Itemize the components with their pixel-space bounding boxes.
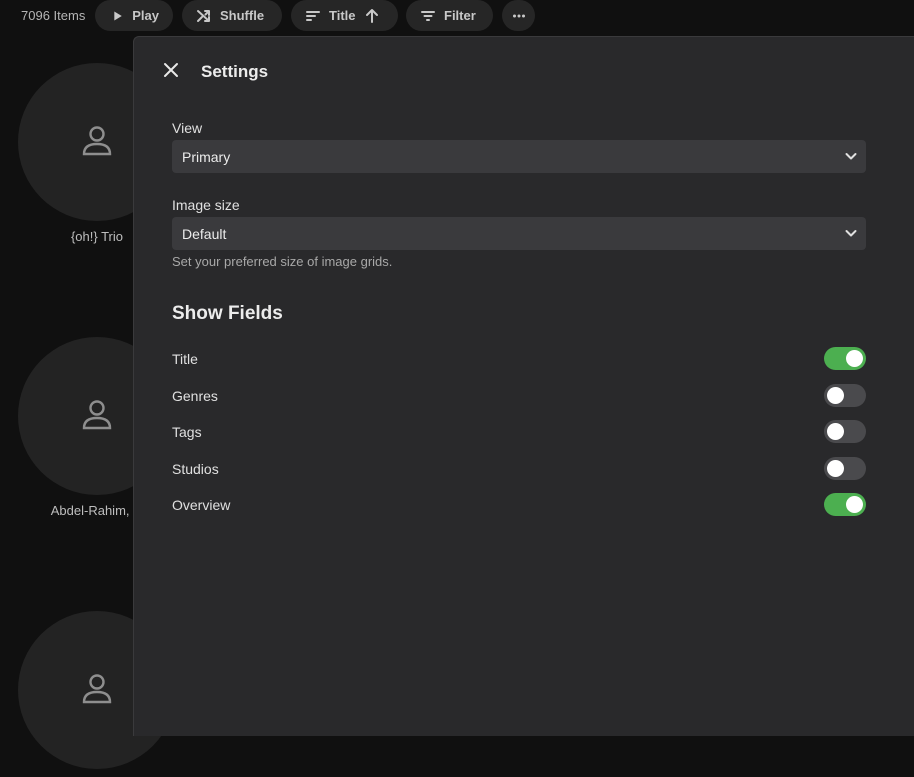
person-icon: [82, 674, 112, 704]
arrow-up-icon: [365, 8, 378, 23]
field-label: Overview: [172, 497, 231, 513]
more-horizontal-icon: [512, 14, 525, 17]
view-label: View: [172, 120, 203, 136]
close-button[interactable]: [160, 59, 182, 81]
chevron-down-icon: [845, 153, 857, 160]
settings-panel: Settings View Primary Image size Default…: [133, 36, 914, 736]
image-size-label: Image size: [172, 197, 240, 213]
panel-title: Settings: [201, 62, 269, 81]
person-icon: [82, 126, 112, 156]
toggle-knob: [846, 496, 863, 513]
image-size-select-value: Default: [182, 225, 227, 242]
view-select[interactable]: Primary: [172, 140, 866, 173]
play-icon: [114, 10, 122, 21]
shuffle-button[interactable]: Shuffle: [182, 0, 282, 31]
sort-button[interactable]: Title: [291, 0, 398, 31]
item-count: 7096 Items: [21, 8, 86, 23]
toolbar: 7096 Items Play Shuffle Title Filter: [0, 0, 914, 32]
toggle-knob: [846, 350, 863, 367]
close-icon: [164, 63, 178, 77]
toggle-title[interactable]: [824, 347, 866, 370]
toggle-tags[interactable]: [824, 420, 866, 443]
sort-label: Title: [329, 8, 356, 23]
field-label: Genres: [172, 388, 218, 404]
toggle-knob: [827, 460, 844, 477]
view-select-value: Primary: [182, 148, 231, 165]
chevron-down-icon: [845, 230, 857, 237]
image-size-help: Set your preferred size of image grids.: [172, 254, 393, 269]
toggle-studios[interactable]: [824, 457, 866, 480]
filter-button[interactable]: Filter: [406, 0, 493, 31]
field-row-studios: Studios: [172, 457, 866, 481]
field-row-overview: Overview: [172, 493, 866, 517]
play-button[interactable]: Play: [95, 0, 173, 31]
play-label: Play: [132, 8, 159, 23]
filter-label: Filter: [444, 8, 476, 23]
sort-icon: [306, 10, 320, 21]
toggle-knob: [827, 387, 844, 404]
toggle-overview[interactable]: [824, 493, 866, 516]
person-icon: [82, 400, 112, 430]
toggle-knob: [827, 423, 844, 440]
filter-icon: [421, 10, 435, 21]
show-fields-heading: Show Fields: [172, 303, 283, 324]
field-label: Tags: [172, 424, 202, 440]
field-row-title: Title: [172, 347, 866, 371]
field-label: Studios: [172, 461, 219, 477]
field-label: Title: [172, 351, 198, 367]
shuffle-icon: [197, 9, 210, 22]
toggle-genres[interactable]: [824, 384, 866, 407]
more-options-button[interactable]: [502, 0, 535, 31]
shuffle-label: Shuffle: [220, 8, 265, 23]
field-row-genres: Genres: [172, 384, 866, 408]
image-size-select[interactable]: Default: [172, 217, 866, 250]
field-row-tags: Tags: [172, 420, 866, 444]
